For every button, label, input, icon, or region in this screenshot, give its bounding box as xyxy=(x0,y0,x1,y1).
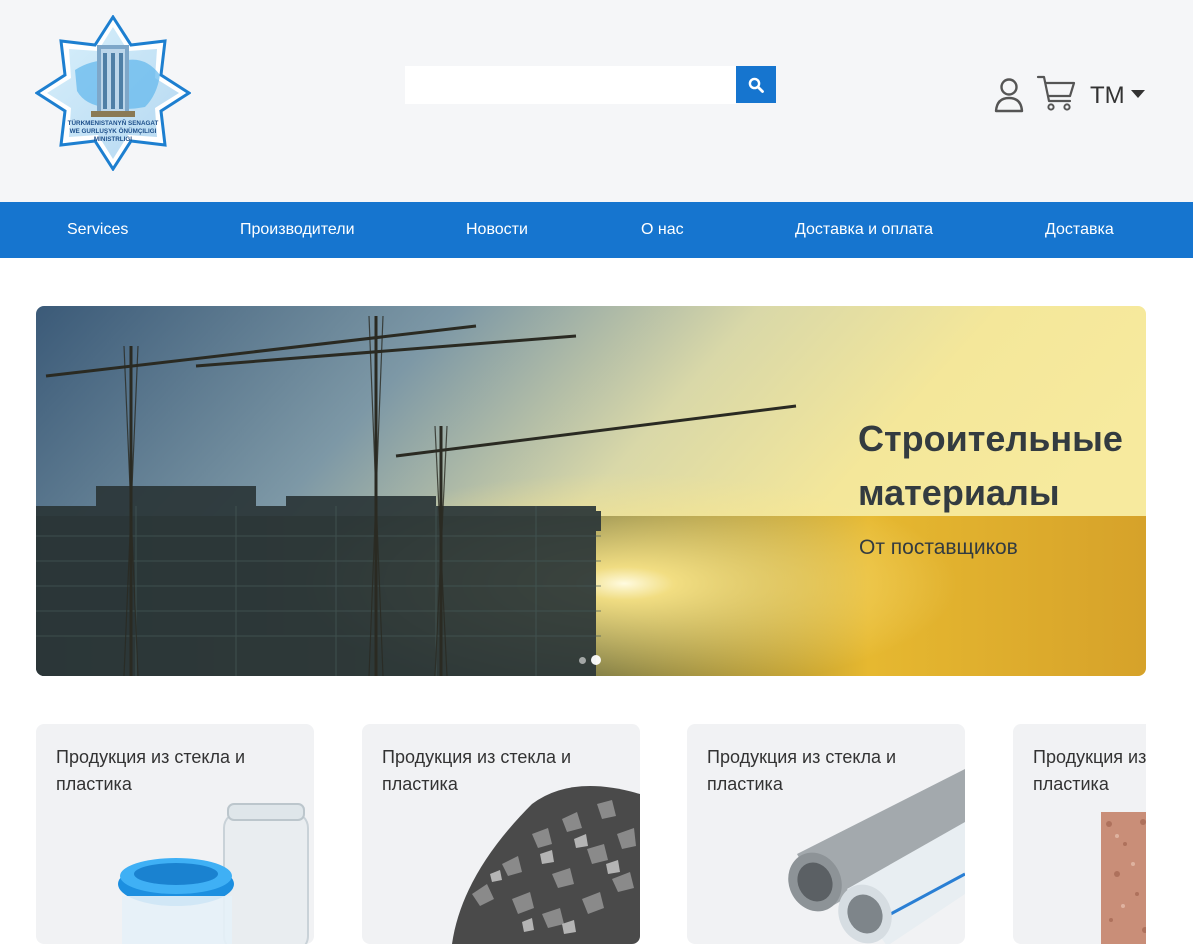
logo-text-line2: WE GURLUŞYK ÖNÜMÇILIGI xyxy=(70,126,157,135)
caret-down-icon xyxy=(1130,90,1145,98)
user-account-button[interactable] xyxy=(991,76,1027,114)
nav-item-delivery-payment[interactable]: Доставка и оплата xyxy=(795,202,933,258)
category-title: Продукция из стекла и пластика xyxy=(382,747,572,794)
search-button[interactable] xyxy=(736,66,776,103)
ministry-logo[interactable]: TÜRKMENISTANYŇ SENAGAT WE GURLUŞYK ÖNÜMÇ… xyxy=(34,14,192,172)
category-card-gravel[interactable]: Продукция из стекла и пластика xyxy=(362,724,640,944)
nav-item-services[interactable]: Services xyxy=(67,202,128,258)
category-title: Продукция из стекла и пластика xyxy=(1033,747,1146,794)
category-card-plastic[interactable]: Продукция из стекла и пластика xyxy=(36,724,314,944)
language-label: TM xyxy=(1090,82,1125,109)
cart-button[interactable] xyxy=(1036,74,1078,114)
nav-item-news[interactable]: Новости xyxy=(466,202,528,258)
user-icon xyxy=(994,78,1024,113)
search-input[interactable] xyxy=(405,66,736,104)
category-card-clip: Продукция из стекла и пластика xyxy=(1013,724,1146,944)
category-title: Продукция из стекла и пластика xyxy=(56,747,246,794)
nav-item-manufacturers[interactable]: Производители xyxy=(240,202,355,258)
hero-title: Строительные материалы xyxy=(858,418,1123,513)
nav-item-about[interactable]: О нас xyxy=(641,202,684,258)
category-card-pipes[interactable]: Продукция из стекла и пластика xyxy=(687,724,965,944)
site-header: TÜRKMENISTANYŇ SENAGAT WE GURLUŞYK ÖNÜMÇ… xyxy=(0,0,1193,202)
search-icon xyxy=(748,77,764,93)
carousel-indicators xyxy=(579,655,606,665)
search-bar xyxy=(405,66,776,104)
cart-icon xyxy=(1036,75,1076,111)
hero-carousel[interactable]: Строительные материалы От поставщиков xyxy=(36,306,1146,676)
hero-subtitle: От поставщиков xyxy=(859,536,1018,559)
nav-item-delivery[interactable]: Доставка xyxy=(1045,202,1114,258)
main-navigation: Services Производители Новости О нас Дос… xyxy=(0,202,1193,258)
logo-text-line1: TÜRKMENISTANYŇ SENAGAT xyxy=(68,118,159,127)
language-selector[interactable]: TM xyxy=(1090,82,1145,110)
category-title: Продукция из стекла и пластика xyxy=(707,747,897,794)
logo-text-line3: MINISTRLIGI xyxy=(94,136,132,143)
category-card-granite[interactable]: Продукция из стекла и пластика xyxy=(1013,724,1146,944)
carousel-dot-2[interactable] xyxy=(591,655,601,665)
carousel-dot-1[interactable] xyxy=(579,656,586,664)
